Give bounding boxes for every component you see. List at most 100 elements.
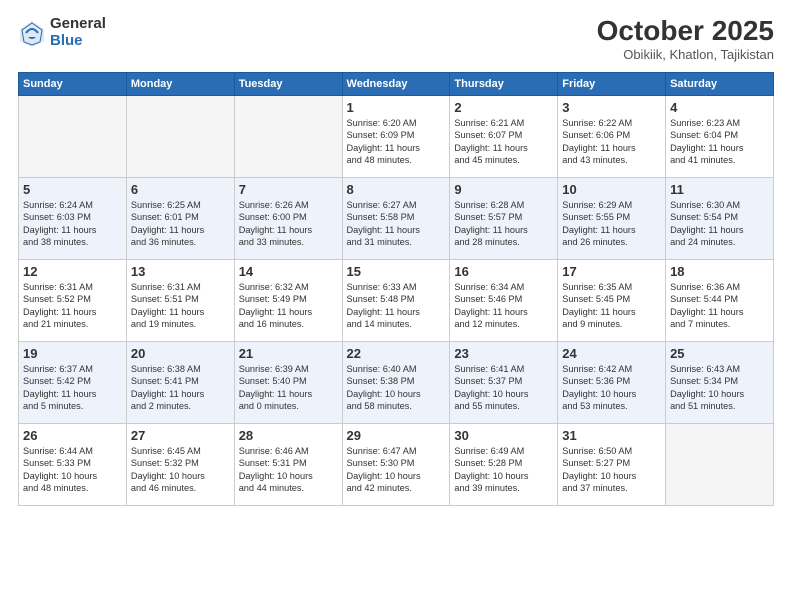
day-number: 25 [670,346,769,361]
header-tuesday: Tuesday [234,72,342,95]
header-wednesday: Wednesday [342,72,450,95]
calendar-week-row: 19 Sunrise: 6:37 AM Sunset: 5:42 PM Dayli… [19,341,774,423]
day-number: 26 [23,428,122,443]
day-info: Sunrise: 6:34 AM Sunset: 5:46 PM Dayligh… [454,281,553,331]
title-block: October 2025 Obikiik, Khatlon, Tajikista… [597,16,774,62]
day-number: 30 [454,428,553,443]
page: General Blue October 2025 Obikiik, Khatl… [0,0,792,612]
table-row: 16Sunrise: 6:34 AM Sunset: 5:46 PM Dayli… [450,259,558,341]
table-row: 31 Sunrise: 6:50 AM Sunset: 5:27 PM Dayli… [558,423,666,505]
day-info: Sunrise: 6:46 AM Sunset: 5:31 PM Dayligh… [239,445,338,495]
day-info: Sunrise: 6:35 AM Sunset: 5:45 PM Dayligh… [562,281,661,331]
day-number: 18 [670,264,769,279]
day-info: Sunrise: 6:37 AM Sunset: 5:42 PM Dayligh… [23,363,122,413]
table-row: 24 Sunrise: 6:42 AM Sunset: 5:36 PM Dayli… [558,341,666,423]
day-info: Sunrise: 6:33 AM Sunset: 5:48 PM Dayligh… [347,281,446,331]
logo-text: General Blue [50,16,106,49]
day-info: Sunrise: 6:31 AM Sunset: 5:52 PM Dayligh… [23,281,122,331]
day-info: Sunrise: 6:22 AM Sunset: 6:06 PM Dayligh… [562,117,661,167]
calendar-header-row: Sunday Monday Tuesday Wednesday Thursday… [19,72,774,95]
day-number: 12 [23,264,122,279]
day-info: Sunrise: 6:50 AM Sunset: 5:27 PM Dayligh… [562,445,661,495]
table-row: 4 Sunrise: 6:23 AM Sunset: 6:04 PM Daylig… [666,95,774,177]
day-number: 1 [347,100,446,115]
table-row: 27 Sunrise: 6:45 AM Sunset: 5:32 PM Dayli… [126,423,234,505]
table-row [19,95,127,177]
day-info: Sunrise: 6:31 AM Sunset: 5:51 PM Dayligh… [131,281,230,331]
calendar-week-row: 26 Sunrise: 6:44 AM Sunset: 5:33 PM Dayli… [19,423,774,505]
day-number: 20 [131,346,230,361]
day-info: Sunrise: 6:41 AM Sunset: 5:37 PM Dayligh… [454,363,553,413]
table-row: 8 Sunrise: 6:27 AM Sunset: 5:58 PM Daylig… [342,177,450,259]
table-row: 9Sunrise: 6:28 AM Sunset: 5:57 PM Daylig… [450,177,558,259]
day-number: 28 [239,428,338,443]
table-row: 29 Sunrise: 6:47 AM Sunset: 5:30 PM Dayli… [342,423,450,505]
logo-icon [18,19,46,47]
day-number: 23 [454,346,553,361]
table-row: 23 Sunrise: 6:41 AM Sunset: 5:37 PM Dayli… [450,341,558,423]
month-title: October 2025 [597,16,774,47]
day-info: Sunrise: 6:36 AM Sunset: 5:44 PM Dayligh… [670,281,769,331]
calendar-table: Sunday Monday Tuesday Wednesday Thursday… [18,72,774,506]
day-number: 10 [562,182,661,197]
table-row: 13 Sunrise: 6:31 AM Sunset: 5:51 PM Dayli… [126,259,234,341]
table-row: 10Sunrise: 6:29 AM Sunset: 5:55 PM Dayli… [558,177,666,259]
day-info: Sunrise: 6:30 AM Sunset: 5:54 PM Dayligh… [670,199,769,249]
logo-blue: Blue [50,33,106,50]
day-number: 5 [23,182,122,197]
calendar-week-row: 1 Sunrise: 6:20 AM Sunset: 6:09 PM Daylig… [19,95,774,177]
day-number: 8 [347,182,446,197]
day-number: 24 [562,346,661,361]
table-row: 17 Sunrise: 6:35 AM Sunset: 5:45 PM Dayli… [558,259,666,341]
day-number: 13 [131,264,230,279]
day-number: 17 [562,264,661,279]
header-friday: Friday [558,72,666,95]
table-row: 28 Sunrise: 6:46 AM Sunset: 5:31 PM Dayli… [234,423,342,505]
table-row: 19 Sunrise: 6:37 AM Sunset: 5:42 PM Dayli… [19,341,127,423]
day-info: Sunrise: 6:44 AM Sunset: 5:33 PM Dayligh… [23,445,122,495]
location-subtitle: Obikiik, Khatlon, Tajikistan [597,47,774,62]
day-info: Sunrise: 6:21 AM Sunset: 6:07 PM Dayligh… [454,117,553,167]
table-row: 11 Sunrise: 6:30 AM Sunset: 5:54 PM Dayli… [666,177,774,259]
table-row: 3Sunrise: 6:22 AM Sunset: 6:06 PM Daylig… [558,95,666,177]
day-info: Sunrise: 6:47 AM Sunset: 5:30 PM Dayligh… [347,445,446,495]
day-info: Sunrise: 6:28 AM Sunset: 5:57 PM Dayligh… [454,199,553,249]
header-thursday: Thursday [450,72,558,95]
day-info: Sunrise: 6:26 AM Sunset: 6:00 PM Dayligh… [239,199,338,249]
header-sunday: Sunday [19,72,127,95]
day-number: 31 [562,428,661,443]
table-row: 21Sunrise: 6:39 AM Sunset: 5:40 PM Dayli… [234,341,342,423]
day-info: Sunrise: 6:38 AM Sunset: 5:41 PM Dayligh… [131,363,230,413]
table-row: 15Sunrise: 6:33 AM Sunset: 5:48 PM Dayli… [342,259,450,341]
day-number: 29 [347,428,446,443]
day-info: Sunrise: 6:27 AM Sunset: 5:58 PM Dayligh… [347,199,446,249]
table-row: 25 Sunrise: 6:43 AM Sunset: 5:34 PM Dayli… [666,341,774,423]
day-info: Sunrise: 6:42 AM Sunset: 5:36 PM Dayligh… [562,363,661,413]
day-number: 4 [670,100,769,115]
day-info: Sunrise: 6:43 AM Sunset: 5:34 PM Dayligh… [670,363,769,413]
day-number: 19 [23,346,122,361]
table-row: 26 Sunrise: 6:44 AM Sunset: 5:33 PM Dayli… [19,423,127,505]
table-row: 30 Sunrise: 6:49 AM Sunset: 5:28 PM Dayli… [450,423,558,505]
table-row [126,95,234,177]
day-number: 11 [670,182,769,197]
table-row: 1 Sunrise: 6:20 AM Sunset: 6:09 PM Daylig… [342,95,450,177]
day-number: 14 [239,264,338,279]
table-row: 7Sunrise: 6:26 AM Sunset: 6:00 PM Daylig… [234,177,342,259]
table-row: 18 Sunrise: 6:36 AM Sunset: 5:44 PM Dayli… [666,259,774,341]
table-row: 22Sunrise: 6:40 AM Sunset: 5:38 PM Dayli… [342,341,450,423]
day-info: Sunrise: 6:20 AM Sunset: 6:09 PM Dayligh… [347,117,446,167]
day-info: Sunrise: 6:24 AM Sunset: 6:03 PM Dayligh… [23,199,122,249]
day-number: 27 [131,428,230,443]
table-row: 2 Sunrise: 6:21 AM Sunset: 6:07 PM Daylig… [450,95,558,177]
header-saturday: Saturday [666,72,774,95]
day-info: Sunrise: 6:49 AM Sunset: 5:28 PM Dayligh… [454,445,553,495]
calendar-week-row: 12 Sunrise: 6:31 AM Sunset: 5:52 PM Dayli… [19,259,774,341]
day-number: 2 [454,100,553,115]
day-info: Sunrise: 6:40 AM Sunset: 5:38 PM Dayligh… [347,363,446,413]
table-row: 12 Sunrise: 6:31 AM Sunset: 5:52 PM Dayli… [19,259,127,341]
day-info: Sunrise: 6:23 AM Sunset: 6:04 PM Dayligh… [670,117,769,167]
day-info: Sunrise: 6:45 AM Sunset: 5:32 PM Dayligh… [131,445,230,495]
table-row: 6Sunrise: 6:25 AM Sunset: 6:01 PM Daylig… [126,177,234,259]
calendar-week-row: 5 Sunrise: 6:24 AM Sunset: 6:03 PM Daylig… [19,177,774,259]
